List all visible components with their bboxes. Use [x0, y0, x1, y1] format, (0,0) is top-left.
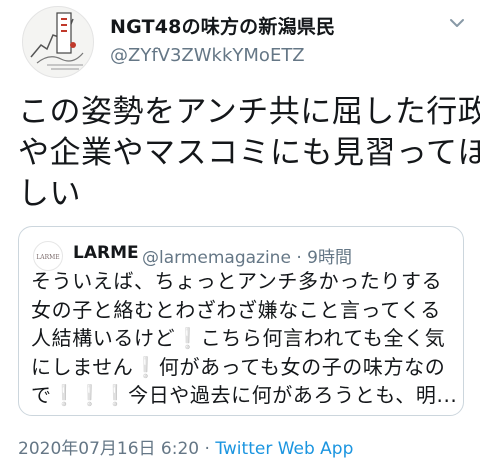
quoted-author-name[interactable]: LARME [73, 243, 139, 263]
chevron-down-icon[interactable] [446, 14, 468, 32]
quoted-author-handle-time[interactable]: @larmemagazine · 9時間 [142, 243, 352, 268]
tweet-text-line: しい [18, 176, 81, 212]
author-handle[interactable]: @ZYfV3ZWkkYMoETZ [110, 45, 305, 66]
quoted-text-line: そういえば、ちょっとアンチ多かったりする [31, 269, 443, 293]
quoted-avatar-logo: LARME [36, 254, 59, 261]
quoted-text-line: で❕❕❕今日や過去に何があろうとも、明... [31, 383, 458, 407]
quoted-text-line: にしません❕何があっても女の子の味方なの [31, 354, 446, 379]
tweet-timestamp[interactable]: 2020年07月16日 6:20 · [18, 439, 215, 459]
tweet-text-line: この姿勢をアンチ共に屈した行政 [18, 94, 480, 130]
avatar-illustration [30, 12, 84, 70]
tweet-meta: 2020年07月16日 6:20 · Twitter Web App [18, 434, 353, 459]
author-display-name[interactable]: NGT48の味方の新潟県民 [110, 12, 335, 39]
quoted-text-line: 女の子と絡むとわざわざ嫌なこと言ってくる [31, 297, 441, 322]
source-app-link[interactable]: Twitter Web App [215, 439, 353, 459]
quoted-tweet-card[interactable]: LARME LARME @larmemagazine · 9時間 そういえば、ち… [18, 226, 464, 416]
tweet-text-line: や企業やマスコミにも見習ってほ [18, 135, 480, 171]
quoted-tweet-text: そういえば、ちょっとアンチ多かったりする 女の子と絡むとわざわざ嫌なこと言ってく… [31, 267, 461, 410]
author-avatar[interactable] [22, 6, 94, 78]
tweet-text: この姿勢をアンチ共に屈した行政 や企業やマスコミにも見習ってほ しい [18, 92, 480, 215]
quoted-text-line: 人結構いるけど❕こちら何言われても全く気 [31, 326, 446, 350]
